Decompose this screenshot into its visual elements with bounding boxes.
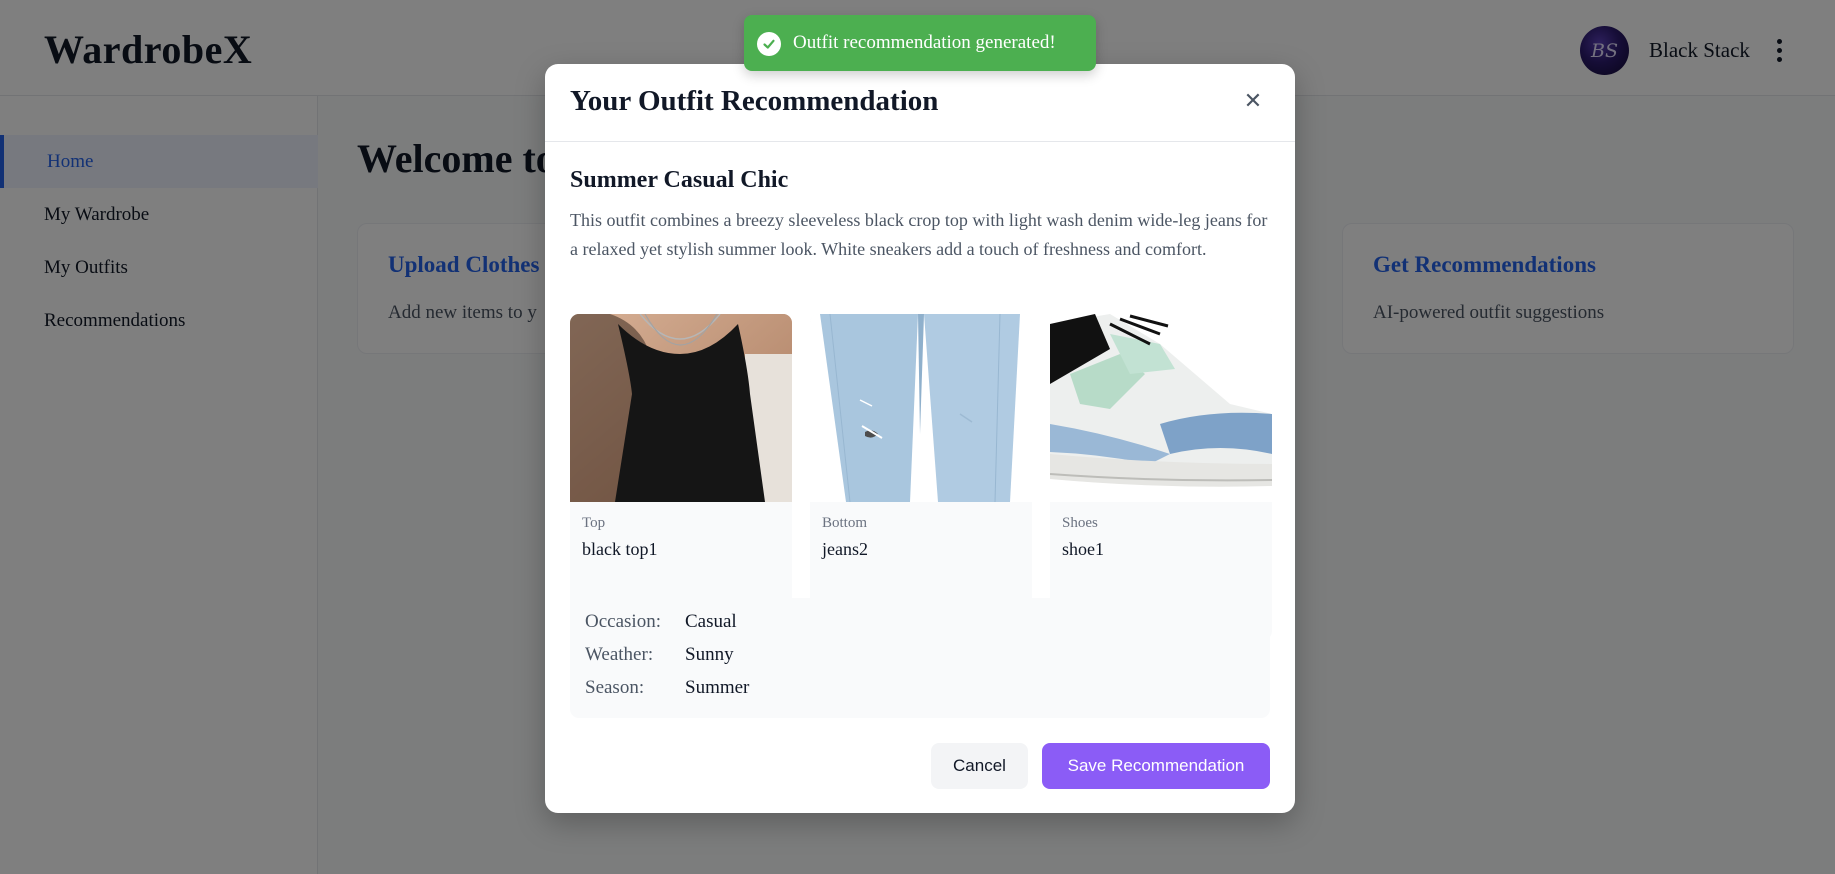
modal-title: Your Outfit Recommendation: [570, 85, 939, 117]
outfit-items: Top black top1 Bottom jeans2 Shoes shoe1: [570, 314, 1272, 640]
success-toast: Outfit recommendation generated!: [744, 15, 1096, 71]
item-name: jeans2: [822, 539, 868, 559]
outfit-name: Summer Casual Chic: [570, 167, 789, 193]
outfit-recommendation-modal: Your Outfit Recommendation ✕ Summer Casu…: [545, 64, 1295, 813]
toast-message: Outfit recommendation generated!: [793, 32, 1056, 53]
outfit-details: Occasion: Casual Weather: Sunny Season: …: [570, 598, 1270, 718]
detail-label: Weather:: [585, 644, 654, 665]
outfit-item-bottom[interactable]: Bottom jeans2: [810, 314, 1032, 640]
check-icon: [757, 32, 781, 56]
modal-header: Your Outfit Recommendation ✕: [545, 64, 1295, 142]
item-type: Shoes: [1062, 515, 1098, 531]
top-image: [570, 314, 792, 502]
bottom-image: [810, 314, 1032, 502]
item-name: black top1: [582, 539, 658, 559]
save-recommendation-button[interactable]: Save Recommendation: [1042, 743, 1270, 789]
detail-value: Summer: [685, 677, 750, 698]
outfit-item-shoes[interactable]: Shoes shoe1: [1050, 314, 1272, 640]
detail-value: Casual: [685, 611, 737, 632]
detail-label: Occasion:: [585, 611, 661, 632]
item-name: shoe1: [1062, 539, 1104, 559]
detail-label: Season:: [585, 677, 645, 698]
item-type: Top: [582, 515, 606, 531]
cancel-button[interactable]: Cancel: [931, 743, 1028, 789]
shoes-image: [1050, 314, 1272, 502]
close-icon[interactable]: ✕: [1238, 86, 1268, 116]
outfit-description: This outfit combines a breezy sleeveless…: [570, 210, 1268, 259]
detail-value: Sunny: [685, 644, 734, 665]
item-type: Bottom: [822, 515, 868, 531]
outfit-item-top[interactable]: Top black top1: [570, 314, 792, 640]
